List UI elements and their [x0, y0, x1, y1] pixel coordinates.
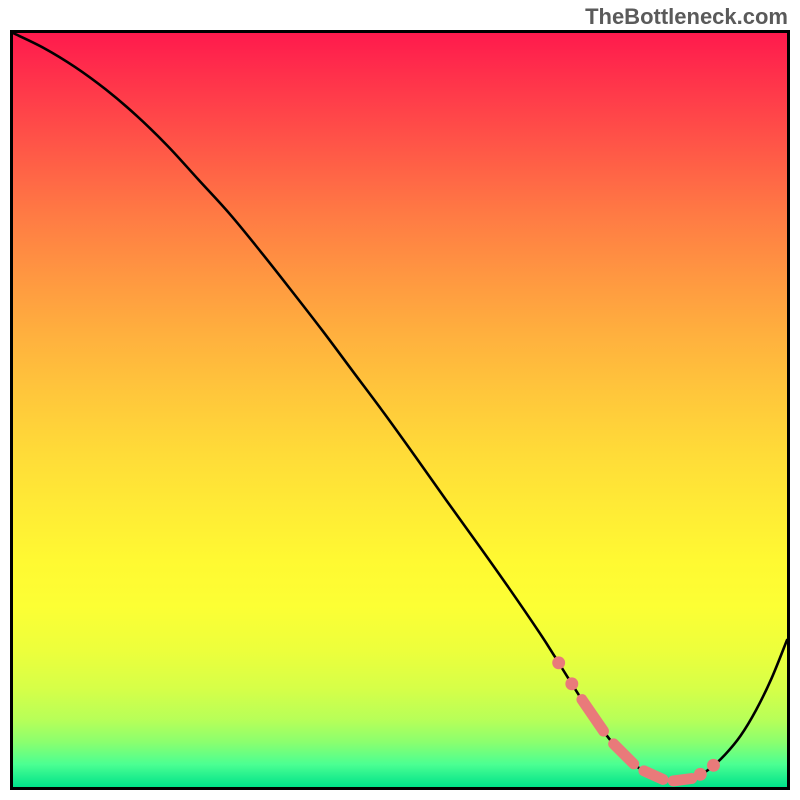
plot-area	[10, 30, 790, 790]
watermark-text: TheBottleneck.com	[585, 4, 788, 30]
gradient-background	[13, 33, 787, 787]
chart-container: TheBottleneck.com	[0, 0, 800, 800]
